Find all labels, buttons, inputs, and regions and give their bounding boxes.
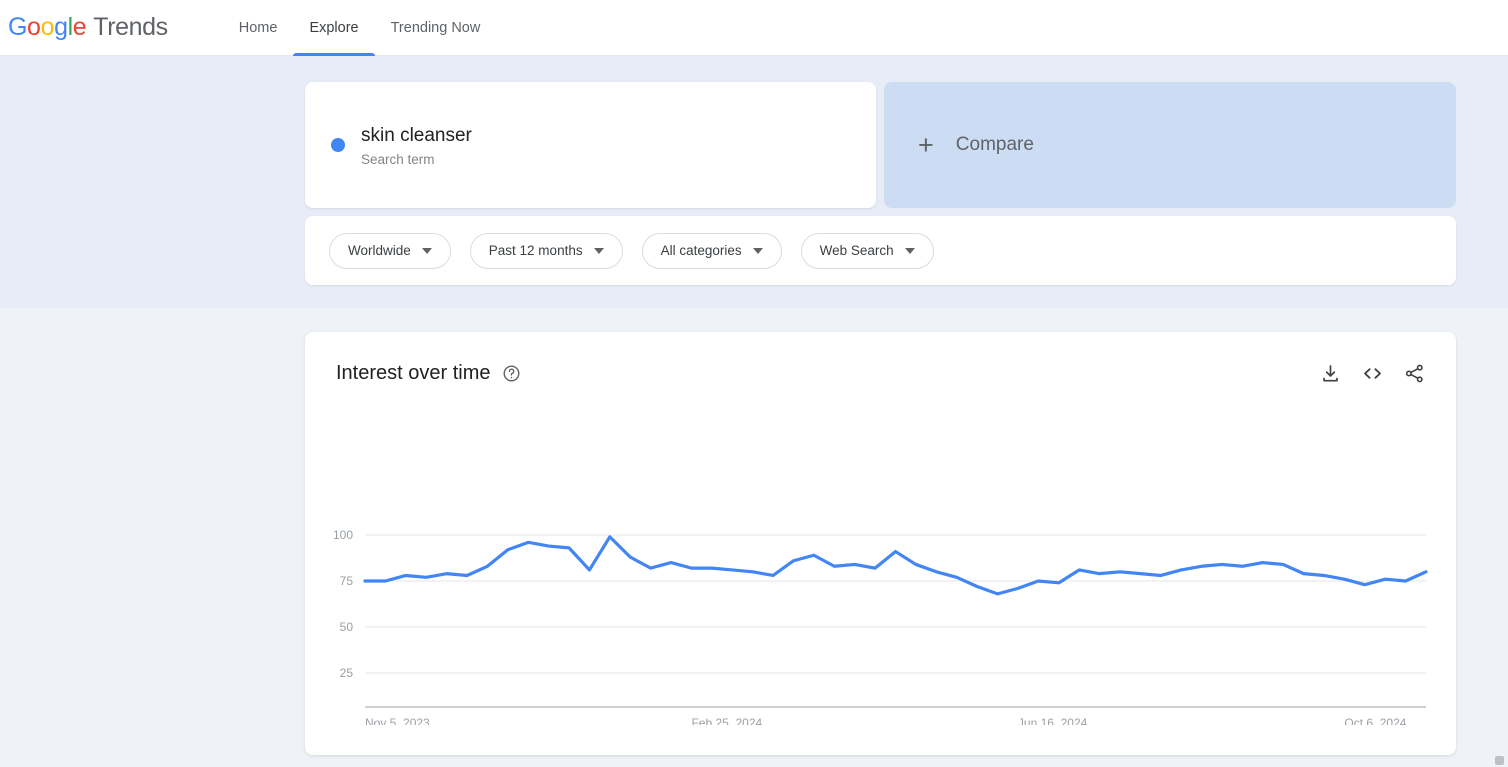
search-term-text: skin cleanser Search term bbox=[361, 124, 472, 167]
filter-category-label: All categories bbox=[660, 243, 742, 258]
query-row: skin cleanser Search term + Compare bbox=[305, 82, 1456, 208]
filter-search-type-label: Web Search bbox=[819, 243, 894, 258]
nav-item-explore[interactable]: Explore bbox=[293, 0, 375, 57]
logo-letter-e: e bbox=[72, 13, 87, 41]
google-trends-logo[interactable]: Google Trends bbox=[8, 13, 168, 42]
logo-product-name: Trends bbox=[93, 13, 168, 41]
search-term-type: Search term bbox=[361, 151, 435, 167]
plus-icon: + bbox=[918, 129, 934, 160]
chevron-down-icon bbox=[752, 247, 763, 254]
scrollbar-nub[interactable] bbox=[1495, 756, 1504, 765]
svg-text:75: 75 bbox=[340, 574, 354, 588]
compare-label: Compare bbox=[955, 134, 1034, 155]
logo-letter-o2: o bbox=[40, 13, 55, 41]
download-icon[interactable] bbox=[1318, 361, 1342, 385]
chart-plot-area: 25 50 75 100 Nov 5, 2023 Feb 25, 2024 Jun 16, … bbox=[305, 385, 1456, 725]
filter-location-label: Worldwide bbox=[348, 243, 411, 258]
share-icon[interactable] bbox=[1402, 361, 1426, 385]
svg-text:Nov 5, 2023: Nov 5, 2023 bbox=[365, 716, 430, 725]
svg-text:Oct 6, 2024: Oct 6, 2024 bbox=[1344, 716, 1406, 725]
svg-text:100: 100 bbox=[333, 528, 353, 542]
filter-search-type[interactable]: Web Search bbox=[800, 232, 934, 269]
logo-letter-o1: o bbox=[27, 13, 41, 41]
chart-actions bbox=[1318, 361, 1426, 385]
filters-bar: Worldwide Past 12 months All categories … bbox=[305, 216, 1456, 285]
app-header: Google Trends Home Explore Trending Now bbox=[0, 0, 1508, 57]
interest-over-time-line-chart[interactable]: 25 50 75 100 Nov 5, 2023 Feb 25, 2024 Jun 16, … bbox=[305, 385, 1456, 725]
chevron-down-icon bbox=[421, 247, 432, 254]
chart-title: Interest over time bbox=[336, 361, 491, 384]
nav-item-trending-now[interactable]: Trending Now bbox=[375, 0, 497, 56]
embed-code-icon[interactable] bbox=[1360, 361, 1384, 385]
svg-text:Jun 16, 2024: Jun 16, 2024 bbox=[1018, 716, 1088, 725]
interest-over-time-card: Interest over time 25 50 75 100 Nov 5, 2… bbox=[305, 332, 1456, 755]
filter-time-range-label: Past 12 months bbox=[488, 243, 583, 258]
filter-category[interactable]: All categories bbox=[641, 232, 782, 269]
search-term-card[interactable]: skin cleanser Search term bbox=[305, 82, 876, 208]
chart-header: Interest over time bbox=[305, 332, 1456, 385]
chevron-down-icon bbox=[904, 247, 915, 254]
nav-item-home[interactable]: Home bbox=[223, 0, 294, 56]
svg-text:25: 25 bbox=[340, 666, 354, 680]
series-color-dot bbox=[331, 138, 345, 152]
compare-button[interactable]: + Compare bbox=[884, 82, 1456, 208]
logo-letter-g: G bbox=[8, 13, 28, 41]
chevron-down-icon bbox=[593, 247, 604, 254]
main-nav: Home Explore Trending Now bbox=[223, 0, 497, 57]
logo-letter-g2: g bbox=[54, 13, 68, 41]
search-term-value: skin cleanser bbox=[361, 124, 472, 146]
filter-time-range[interactable]: Past 12 months bbox=[469, 232, 623, 269]
svg-text:Feb 25, 2024: Feb 25, 2024 bbox=[691, 716, 762, 725]
help-circle-icon[interactable] bbox=[502, 364, 521, 383]
svg-text:50: 50 bbox=[340, 620, 354, 634]
filter-location[interactable]: Worldwide bbox=[329, 232, 451, 269]
